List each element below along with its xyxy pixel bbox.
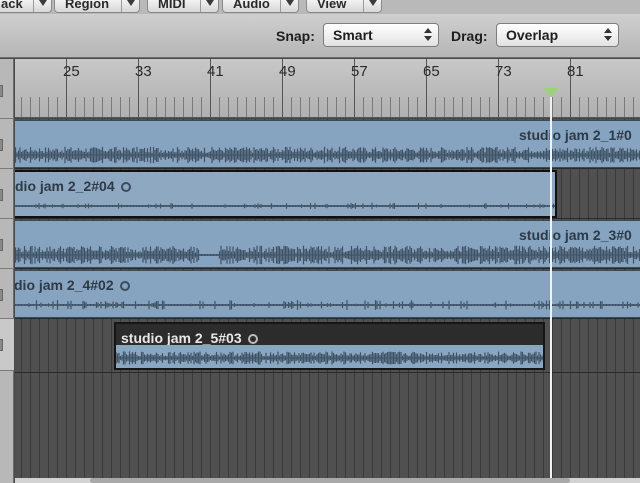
region-name-text: dio jam 2_2#04: [15, 178, 115, 194]
track-divider: [15, 318, 640, 319]
waveform: [15, 300, 640, 310]
handle-icon: [0, 339, 3, 351]
chevron-down-icon: [121, 0, 139, 12]
audio-region[interactable]: dio jam 2_4#02: [15, 270, 640, 318]
track-divider: [15, 372, 640, 373]
loop-icon: [119, 281, 130, 291]
audio-region-selected[interactable]: studio jam 2_5#03: [114, 322, 545, 370]
waveform: [15, 146, 640, 164]
playhead[interactable]: [550, 97, 552, 483]
region-name: dio jam 2_4#02: [15, 277, 130, 293]
horizontal-scrollbar[interactable]: [15, 478, 640, 483]
handle-icon: [0, 85, 3, 97]
track-header-ruler: [0, 59, 14, 119]
track-header-5[interactable]: [0, 319, 14, 371]
menu-region[interactable]: Region: [54, 0, 140, 13]
snap-select[interactable]: Smart: [323, 23, 439, 47]
snap-value: Smart: [333, 27, 373, 43]
menu-track-label: ack: [1, 0, 23, 11]
handle-icon: [0, 239, 3, 251]
track-header-3[interactable]: [0, 219, 14, 269]
menu-audio-label: Audio: [233, 0, 270, 11]
menu-midi[interactable]: MIDI: [147, 0, 219, 13]
handle-icon: [0, 139, 3, 151]
track-divider: [15, 218, 640, 219]
region-name-text: studio jam 2_5#03: [121, 330, 242, 346]
menu-audio[interactable]: Audio: [222, 0, 299, 13]
loop-icon: [120, 182, 131, 192]
region-name: studio jam 2_1#0: [519, 127, 632, 143]
region-name-text: dio jam 2_4#02: [15, 277, 114, 293]
track-header-4[interactable]: [0, 269, 14, 319]
menu-midi-label: MIDI: [158, 0, 186, 11]
ruler-bar-number: 25: [63, 63, 80, 80]
ruler-bar-number: 49: [279, 63, 296, 80]
region-name: studio jam 2_3#0: [519, 227, 632, 243]
menu-track[interactable]: ack: [0, 0, 52, 13]
ruler-bar-number: 65: [423, 63, 440, 80]
ruler-bar-number: 81: [567, 63, 584, 80]
audio-region[interactable]: studio jam 2_1#0: [15, 120, 640, 168]
arrange-toolbar: Snap: Smart Drag: Overlap: [0, 14, 640, 58]
track-divider: [15, 168, 640, 169]
chevron-down-icon: [33, 0, 51, 12]
ruler-bar-number: 73: [495, 63, 512, 80]
track-header-strip: [0, 59, 14, 483]
updown-arrows-icon: [604, 28, 612, 42]
audio-region[interactable]: studio jam 2_3#0: [15, 220, 640, 268]
scrollbar-thumb[interactable]: [90, 478, 570, 483]
handle-icon: [0, 289, 3, 301]
chevron-down-icon: [200, 0, 218, 12]
loop-icon: [247, 334, 258, 344]
chevron-down-icon: [280, 0, 298, 12]
track-header-1[interactable]: [0, 119, 14, 169]
ruler-bar-number: 41: [207, 63, 224, 80]
arrange-area[interactable]: studio jam 2_1#0 dio jam 2_2#04 studio j…: [15, 119, 640, 483]
waveform-area: [116, 345, 543, 368]
drag-label: Drag:: [451, 28, 488, 44]
chevron-down-icon: [363, 0, 381, 12]
snap-label: Snap:: [276, 28, 315, 44]
menu-region-label: Region: [65, 0, 110, 11]
waveform: [116, 351, 543, 365]
waveform: [15, 245, 640, 265]
handle-icon: [0, 189, 3, 201]
region-name: studio jam 2_5#03: [121, 330, 258, 346]
menu-view-label: View: [317, 0, 347, 11]
drag-value: Overlap: [506, 27, 559, 43]
drag-select[interactable]: Overlap: [496, 23, 619, 47]
menu-bar: ack Region MIDI Audio View: [0, 0, 640, 14]
track-header-2[interactable]: [0, 169, 14, 219]
ruler-bar-number: 33: [135, 63, 152, 80]
menu-view[interactable]: View: [306, 0, 382, 13]
track-divider: [15, 268, 640, 269]
waveform: [15, 202, 555, 210]
audio-region-selected[interactable]: dio jam 2_2#04: [15, 170, 557, 218]
playhead-marker-icon[interactable]: [543, 88, 559, 97]
region-name: dio jam 2_2#04: [15, 178, 131, 194]
ruler-bar-number: 57: [351, 63, 368, 80]
updown-arrows-icon: [424, 28, 432, 42]
